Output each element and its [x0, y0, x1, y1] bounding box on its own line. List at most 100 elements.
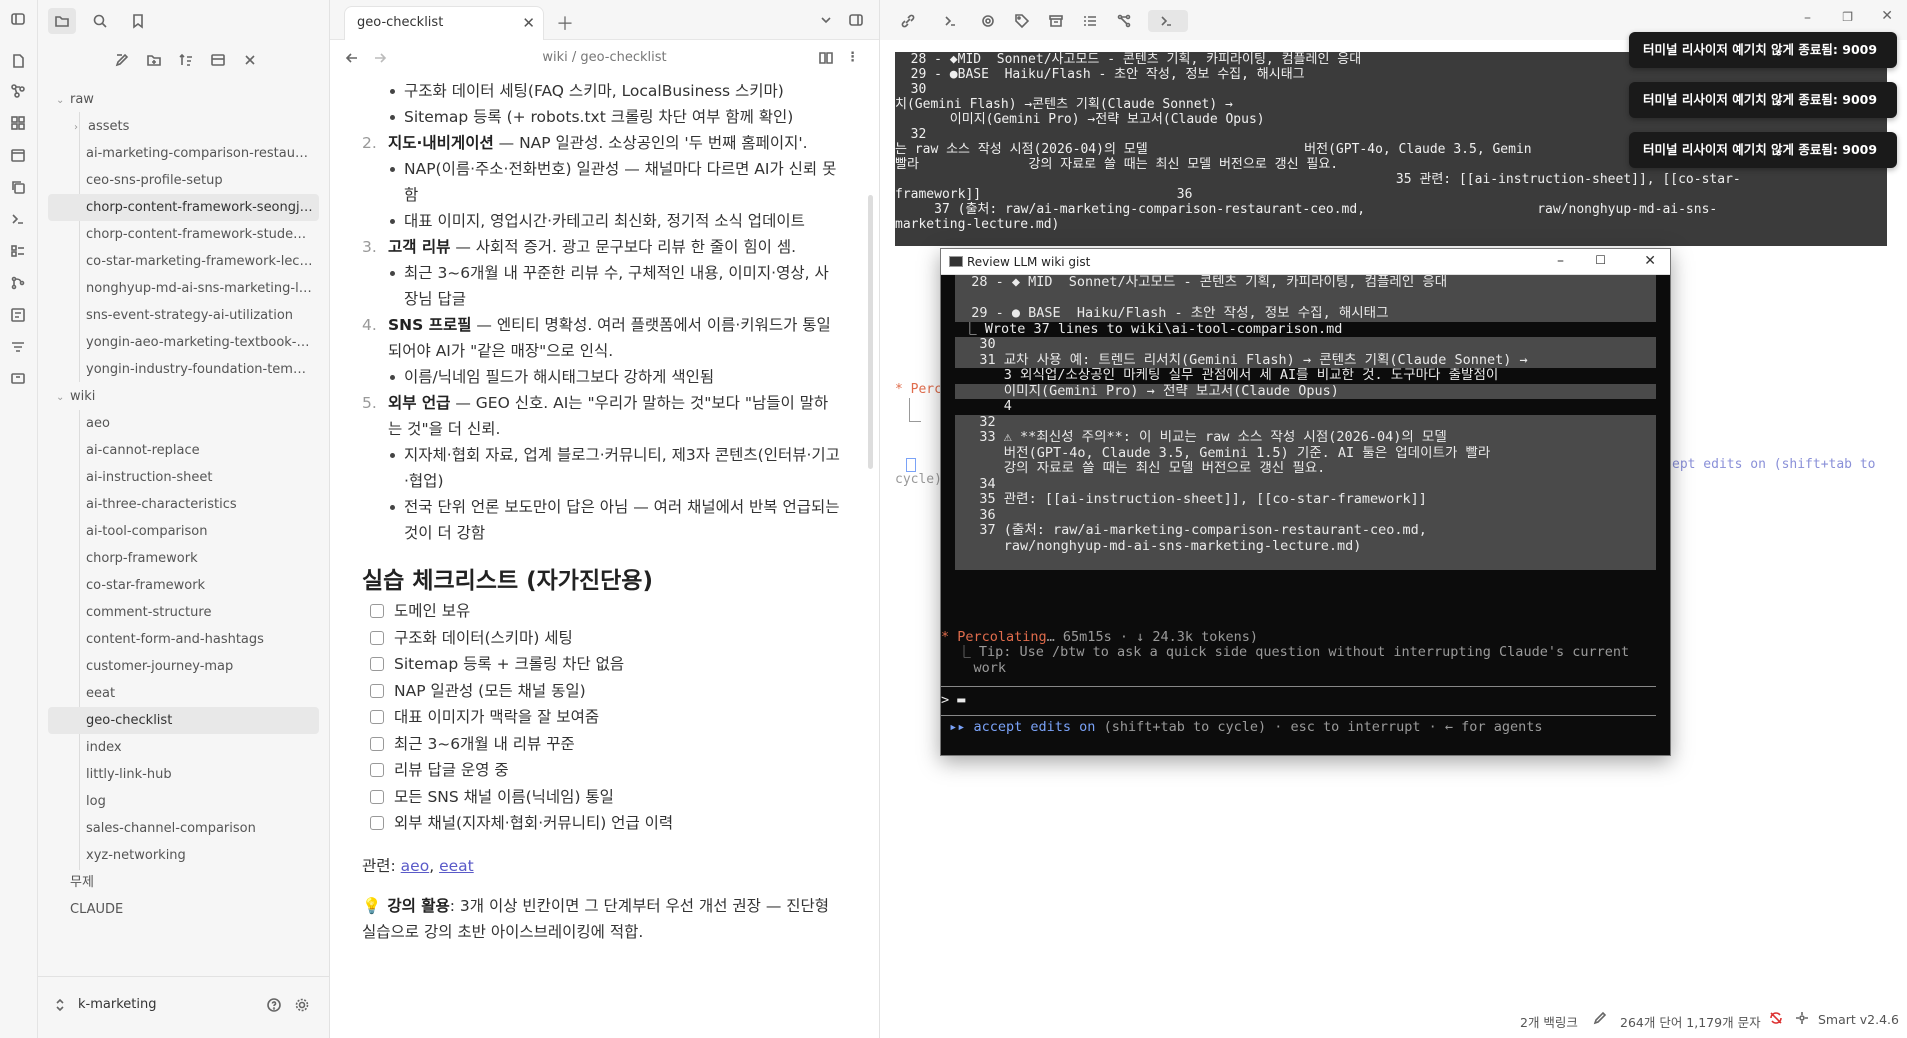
- tree-file[interactable]: chorp-content-framework-student-...: [48, 221, 319, 248]
- internal-link[interactable]: aeo: [401, 857, 430, 875]
- checkbox[interactable]: [370, 604, 384, 618]
- checklist-item[interactable]: 구조화 데이터(스키마) 세팅: [362, 625, 842, 652]
- notice-toast[interactable]: 터미널 리사이저 예기치 않게 종료됨: 9009: [1629, 132, 1897, 168]
- outline-list-icon[interactable]: [1078, 10, 1102, 32]
- accept-edits-mode[interactable]: ▸▸ accept edits on: [941, 720, 1095, 735]
- tree-file[interactable]: chorp-framework: [48, 545, 319, 572]
- canvas-icon[interactable]: [7, 112, 29, 134]
- tree-file[interactable]: ai-three-characteristics: [48, 491, 319, 518]
- tree-file[interactable]: CLAUDE: [48, 896, 319, 923]
- file-icon[interactable]: [7, 50, 29, 72]
- filter-icon[interactable]: [7, 336, 29, 358]
- archive-icon[interactable]: [1044, 10, 1068, 32]
- tree-file[interactable]: co-star-framework: [48, 572, 319, 599]
- git-icon[interactable]: [7, 272, 29, 294]
- tree-file[interactable]: ai-tool-comparison: [48, 518, 319, 545]
- checklist-item[interactable]: 외부 채널(지자체·협회·커뮤니티) 언급 이력: [362, 810, 842, 837]
- checkbox[interactable]: [370, 630, 384, 645]
- tree-file[interactable]: ai-cannot-replace: [48, 437, 319, 464]
- checkbox[interactable]: [370, 816, 384, 830]
- tree-folder[interactable]: ⌄ wiki: [48, 383, 319, 410]
- tree-file[interactable]: content-form-and-hashtags: [48, 626, 319, 653]
- chevron-down-icon[interactable]: ⌄: [56, 384, 70, 410]
- checkbox[interactable]: [370, 657, 384, 671]
- tree-file[interactable]: eeat: [48, 680, 319, 707]
- tree-file[interactable]: littly-link-hub: [48, 761, 319, 788]
- collapse-icon[interactable]: [206, 48, 230, 72]
- new-folder-icon[interactable]: [142, 48, 166, 72]
- new-tab-icon[interactable]: ＋: [556, 10, 574, 36]
- bookmark-icon[interactable]: [124, 8, 152, 34]
- tree-file[interactable]: sns-event-strategy-ai-utilization: [48, 302, 319, 329]
- checklist-item[interactable]: 리뷰 답글 운영 중: [362, 757, 842, 784]
- tree-file[interactable]: 무제: [48, 869, 319, 896]
- tree-file[interactable]: yongin-industry-foundation-templ...: [48, 356, 319, 383]
- popup-terminal-window[interactable]: Review LLM wiki gist – ☐ ✕ 28 - ◆ MID So…: [940, 248, 1671, 756]
- template-icon[interactable]: [7, 304, 29, 326]
- right-sidebar-toggle-icon[interactable]: [848, 12, 864, 28]
- tab-geo-checklist[interactable]: geo-checklist ✕: [344, 6, 544, 40]
- checkbox[interactable]: [370, 710, 384, 724]
- checklist-item[interactable]: NAP 일관성 (모든 채널 동일): [362, 678, 842, 705]
- new-note-icon[interactable]: [110, 48, 134, 72]
- terminal-settings-icon[interactable]: [976, 10, 1000, 32]
- tree-file[interactable]: xyz-networking: [48, 842, 319, 869]
- tag-icon[interactable]: [1010, 10, 1034, 32]
- tree-file[interactable]: customer-journey-map: [48, 653, 319, 680]
- smart-connections-icon[interactable]: [1794, 1010, 1810, 1026]
- tree-folder[interactable]: ⌄ raw: [48, 86, 319, 113]
- terminal-icon[interactable]: [7, 208, 29, 230]
- tab-close-icon[interactable]: ✕: [522, 14, 535, 32]
- note-content[interactable]: 구조화 데이터 세팅(FAQ 스키마, LocalBusiness 스키마) Si…: [362, 78, 842, 945]
- checklist-item[interactable]: 도메인 보유: [362, 598, 842, 625]
- checkbox[interactable]: [370, 763, 384, 777]
- checklist-item[interactable]: 대표 이미지가 맥락을 잘 보여줌: [362, 704, 842, 731]
- prompt-input[interactable]: > ▬: [941, 693, 1670, 709]
- minimize-icon[interactable]: –: [1804, 10, 1811, 26]
- checkbox[interactable]: [370, 789, 384, 804]
- chevron-down-icon[interactable]: ⌄: [56, 87, 70, 113]
- tree-file[interactable]: yongin-aeo-marketing-textbook-full: [48, 329, 319, 356]
- checklist-item[interactable]: 모든 SNS 채널 이름(닉네임) 통일: [362, 784, 842, 811]
- graph-link-icon[interactable]: [1112, 10, 1136, 32]
- restore-icon[interactable]: ❐: [1842, 10, 1853, 24]
- tree-file[interactable]: ai-instruction-sheet: [48, 464, 319, 491]
- popup-minimize-icon[interactable]: –: [1557, 253, 1564, 269]
- list-icon[interactable]: [7, 240, 29, 262]
- tab-list-chevron-icon[interactable]: [818, 12, 834, 28]
- internal-link[interactable]: eeat: [439, 857, 474, 875]
- tree-file[interactable]: nonghyup-md-ai-sns-marketing-le...: [48, 275, 319, 302]
- tree-file[interactable]: chorp-content-framework-seongju...: [48, 194, 319, 221]
- notice-toast[interactable]: 터미널 리사이저 예기치 않게 종료됨: 9009: [1629, 32, 1897, 68]
- tree-file[interactable]: log: [48, 788, 319, 815]
- vault-switch-icon[interactable]: [52, 997, 68, 1013]
- tree-folder[interactable]: › assets: [48, 113, 319, 140]
- popup-close-icon[interactable]: ✕: [1644, 253, 1656, 269]
- search-icon[interactable]: [86, 8, 114, 34]
- editor-scrollbar[interactable]: [868, 195, 873, 469]
- tree-file[interactable]: ceo-sns-profile-setup: [48, 167, 319, 194]
- popup-title-bar[interactable]: Review LLM wiki gist – ☐ ✕: [941, 249, 1670, 275]
- backlinks-count[interactable]: 2개 백링크: [1520, 1012, 1578, 1031]
- smart-plugin-version[interactable]: Smart v2.4.6: [1818, 1012, 1899, 1027]
- edit-pencil-icon[interactable]: [1592, 1010, 1608, 1026]
- sort-icon[interactable]: [174, 48, 198, 72]
- popup-terminal-output[interactable]: 28 - ◆ MID Sonnet/사고모드 - 콘텐츠 기획, 카피라이팅, …: [941, 275, 1670, 755]
- close-icon[interactable]: [238, 48, 262, 72]
- tree-file[interactable]: geo-checklist: [48, 707, 319, 734]
- reading-view-book-icon[interactable]: [818, 50, 834, 66]
- settings-gear-icon[interactable]: [294, 997, 310, 1013]
- slides-icon[interactable]: [7, 368, 29, 390]
- checklist-item[interactable]: Sitemap 등록 + 크롤링 차단 없음: [362, 651, 842, 678]
- vault-name[interactable]: k-marketing: [78, 997, 156, 1012]
- sync-off-icon[interactable]: [1768, 1010, 1784, 1026]
- checkbox[interactable]: [370, 736, 384, 751]
- calendar-icon[interactable]: [7, 144, 29, 166]
- breadcrumb[interactable]: wiki / geo-checklist: [330, 50, 879, 65]
- tree-file[interactable]: co-star-marketing-framework-lecture: [48, 248, 319, 275]
- graph-icon[interactable]: [7, 80, 29, 102]
- more-options-icon[interactable]: ⋮: [846, 50, 859, 65]
- tree-file[interactable]: sales-channel-comparison: [48, 815, 319, 842]
- checkbox[interactable]: [370, 683, 384, 698]
- chevron-right-icon[interactable]: ›: [74, 114, 88, 140]
